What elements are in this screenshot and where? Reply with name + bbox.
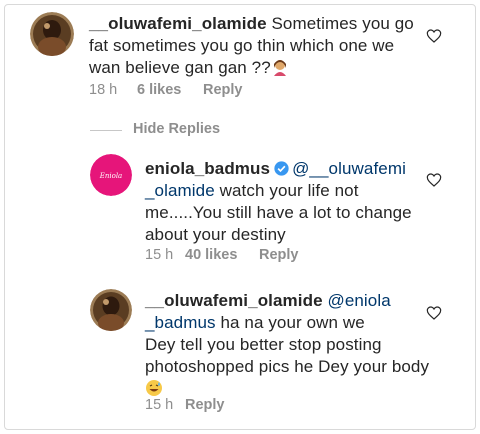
reply-button[interactable]: Reply [259,247,299,263]
svg-text:Eniola: Eniola [99,172,122,180]
reply-text: watch your life not [214,181,359,200]
reply-text: photoshopped pics he Dey your body [145,357,430,376]
verified-badge-icon [274,161,289,176]
grinning-sweat-emoji-icon [145,379,163,397]
hide-replies-button[interactable]: Hide Replies [133,121,220,137]
comment-text: Sometimes you go [271,14,414,33]
comment-time[interactable]: 18 h [89,82,137,98]
comment-username[interactable]: __oluwafemi_olamide [89,14,267,33]
reply-button[interactable]: Reply [185,397,225,413]
avatar[interactable]: Eniola [90,154,132,196]
mention-link[interactable]: _olamide [145,181,215,200]
mention-link[interactable]: _badmus [145,313,216,332]
reply-text: me.....You still have a lot to change [145,203,412,222]
avatar[interactable] [90,289,132,331]
likes-count[interactable]: 40 likes [185,247,259,263]
woman-tipping-hand-emoji-icon [271,58,289,76]
reply-text: ha na your own we [215,313,365,332]
reply-username[interactable]: __oluwafemi_olamide [145,291,323,310]
reply-username[interactable]: eniola_badmus [145,159,270,178]
avatar[interactable] [30,12,74,56]
comment-text: wan believe gan gan ?? [89,58,271,77]
mention-link[interactable]: @__oluwafemi [292,159,406,178]
comment-time[interactable]: 15 h [145,247,185,263]
heart-icon[interactable] [426,305,442,321]
reply-text: about your destiny [145,225,286,244]
heart-icon[interactable] [426,172,442,188]
likes-count[interactable]: 6 likes [137,82,203,98]
comment-time[interactable]: 15 h [145,397,185,413]
mention-link[interactable]: @eniola [327,291,390,310]
heart-icon[interactable] [426,28,442,44]
reply-text: Dey tell you better stop posting [145,335,382,354]
divider [90,130,122,131]
comment-text: fat sometimes you go thin which one we [89,36,395,55]
reply-button[interactable]: Reply [203,82,243,98]
